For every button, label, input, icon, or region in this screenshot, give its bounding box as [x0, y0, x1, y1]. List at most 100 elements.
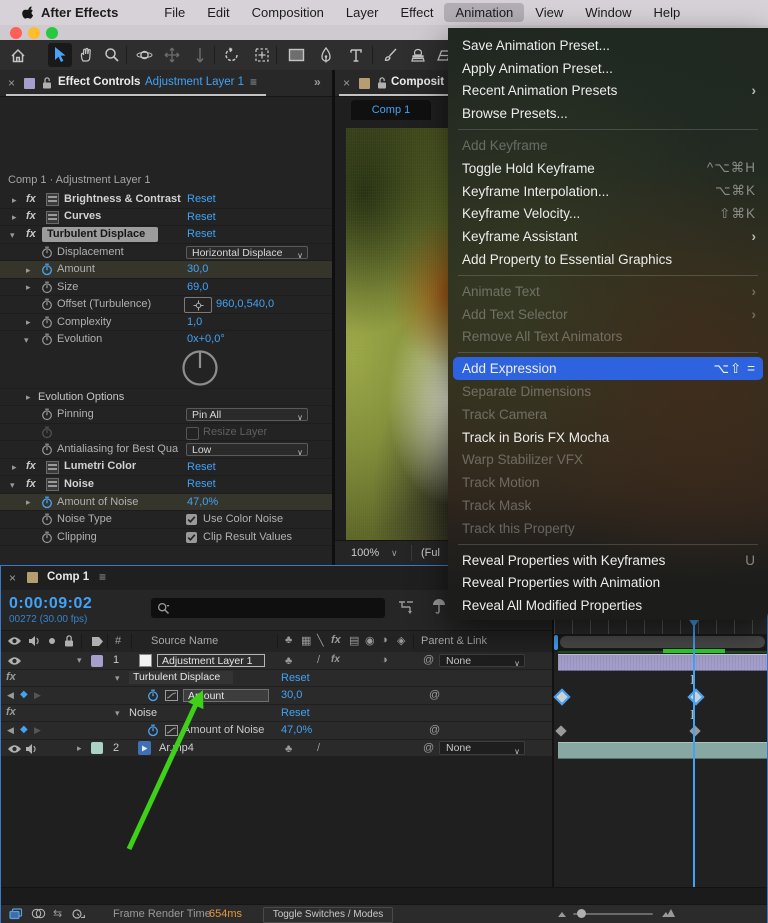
apple-icon[interactable]	[20, 5, 34, 20]
value-graph-icon[interactable]	[165, 690, 178, 701]
eye-icon[interactable]	[7, 656, 22, 666]
twirl-open-icon[interactable]: ▾	[24, 335, 29, 346]
reset-link[interactable]: Reset	[281, 672, 310, 684]
blend-modes-icon[interactable]	[31, 908, 46, 919]
offset-value[interactable]: 960,0,540,0	[216, 298, 274, 310]
fx-switch-icon[interactable]: fx	[331, 654, 340, 665]
keyframe-diamond-selected[interactable]	[687, 688, 705, 706]
resolution-dropdown[interactable]: (Ful	[421, 547, 440, 559]
fx-badge-icon[interactable]: fx	[26, 460, 36, 472]
index-column-header[interactable]: #	[115, 635, 121, 647]
cube-column-icon[interactable]: ◈	[397, 634, 405, 647]
property-row-amount-of-noise[interactable]: ▸ Amount of Noise 47,0%	[0, 493, 332, 511]
stopwatch-icon[interactable]	[41, 246, 53, 259]
effect-row-curves[interactable]: ▸ fx Curves Reset	[0, 209, 332, 226]
expand-arrows-icon[interactable]: ⇆	[53, 907, 62, 920]
next-keyframe-icon[interactable]: ▶	[34, 725, 41, 736]
eye-icon[interactable]	[7, 744, 22, 754]
selection-tool[interactable]	[48, 43, 72, 67]
effect-group-name[interactable]: Turbulent Displace	[129, 671, 233, 684]
pan-camera-tool[interactable]	[160, 43, 184, 67]
stopwatch-icon[interactable]	[41, 408, 53, 421]
mini-flowchart-icon[interactable]	[397, 599, 415, 615]
effect-row-turbulent-displace[interactable]: ▾ fx Turbulent Displace Reset	[0, 226, 332, 244]
twirl-closed-icon[interactable]: ▸	[26, 392, 31, 403]
clone-stamp-tool[interactable]	[406, 43, 430, 67]
add-keyframe-diamond-icon[interactable]: ◆	[20, 724, 28, 735]
pan-behind-tool[interactable]	[250, 43, 274, 67]
zoom-in-mountain-icon[interactable]	[661, 908, 676, 918]
twirl-open-icon[interactable]: ▾	[115, 708, 120, 719]
menu-item-reveal-properties-with-animation[interactable]: Reveal Properties with Animation	[448, 572, 768, 595]
quality-switch-icon[interactable]: /	[317, 742, 320, 754]
menubar-item-edit[interactable]: Edit	[196, 3, 240, 22]
panel-overflow-icon[interactable]: »	[314, 75, 321, 89]
menu-item-reveal-all-modified-properties[interactable]: Reveal All Modified Properties	[448, 594, 768, 617]
comp-viewer-tab[interactable]: Comp 1	[351, 100, 431, 120]
zoom-out-mountain-icon[interactable]	[557, 910, 567, 918]
shy-switch-icon[interactable]: ♣	[285, 743, 292, 755]
property-row-size[interactable]: ▸ Size 69,0	[0, 279, 332, 296]
pinning-dropdown[interactable]: Pin All ∨	[186, 408, 308, 422]
reset-link[interactable]: Reset	[187, 193, 216, 205]
fx-badge-icon[interactable]: fx	[26, 193, 36, 205]
current-timecode[interactable]: 0:00:09:02	[9, 595, 92, 613]
fx-badge-icon[interactable]: fx	[26, 210, 36, 222]
pickwhip-icon[interactable]: @	[423, 654, 434, 666]
stopwatch-icon[interactable]	[41, 298, 53, 311]
twirl-closed-icon[interactable]: ▸	[12, 195, 17, 206]
panel-layer-name[interactable]: Adjustment Layer 1	[145, 76, 244, 88]
menubar-item-layer[interactable]: Layer	[335, 3, 390, 22]
property-row-pinning[interactable]: Pinning Pin All ∨	[0, 406, 332, 424]
menubar-item-after-effects[interactable]: After Effects	[30, 3, 129, 22]
menu-item-apply-animation-preset[interactable]: Apply Animation Preset...	[448, 57, 768, 80]
close-panel-icon[interactable]: ×	[343, 76, 350, 90]
use-color-noise-checkbox[interactable]	[186, 514, 197, 525]
effect-row-brightness-contrast[interactable]: ▸ fx Brightness & Contrast Reset	[0, 191, 332, 209]
audio-column-icon[interactable]	[28, 635, 40, 647]
scrollbar-thumb[interactable]	[560, 636, 765, 648]
lock-icon[interactable]	[42, 77, 52, 89]
stopwatch-icon-active[interactable]	[147, 724, 159, 737]
effect-name[interactable]: Brightness & Contrast	[64, 193, 181, 205]
layer-color-chip[interactable]	[91, 654, 103, 667]
group-row-evolution-options[interactable]: ▸ Evolution Options	[0, 389, 332, 406]
fx-badge-icon[interactable]: fx	[26, 478, 36, 490]
twirl-closed-icon[interactable]: ▸	[12, 212, 17, 223]
stopwatch-icon[interactable]	[41, 281, 53, 294]
menu-item-keyframe-interpolation[interactable]: Keyframe Interpolation... ⌥⌘K	[448, 180, 768, 203]
property-name[interactable]: Amount	[183, 688, 269, 702]
panel-title[interactable]: Effect Controls	[58, 76, 140, 88]
twirl-closed-icon[interactable]: ▸	[26, 497, 31, 508]
offset-target-icon[interactable]	[184, 297, 212, 313]
resize-layer-checkbox[interactable]	[186, 426, 199, 440]
layer-row-footage[interactable]: ▸ 2 Ar.mp4 ♣ / @ None ∨	[1, 739, 553, 757]
next-keyframe-icon[interactable]: ▶	[34, 690, 41, 701]
effect-name[interactable]: Lumetri Color	[64, 460, 136, 472]
layer-bar-footage[interactable]	[558, 742, 767, 759]
property-row-offset[interactable]: Offset (Turbulence) 960,0,540,0	[0, 296, 332, 314]
pickwhip-icon[interactable]: @	[429, 724, 440, 736]
evolution-dial[interactable]	[180, 348, 220, 388]
zoom-window-button[interactable]	[46, 27, 58, 39]
reset-link[interactable]: Reset	[281, 707, 310, 719]
type-tool[interactable]	[344, 43, 368, 67]
label-column-icon[interactable]	[91, 636, 104, 647]
amount-of-noise-value[interactable]: 47,0%	[187, 496, 218, 508]
value-graph-icon[interactable]	[165, 725, 178, 736]
complexity-value[interactable]: 1,0	[187, 316, 202, 328]
menu-item-browse-presets[interactable]: Browse Presets...	[448, 102, 768, 125]
effect-name[interactable]: Turbulent Displace	[47, 228, 145, 240]
twirl-open-icon[interactable]: ▾	[77, 655, 82, 666]
menubar-item-view[interactable]: View	[524, 3, 574, 22]
twirl-open-icon[interactable]: ▾	[10, 480, 15, 491]
stopwatch-icon[interactable]	[41, 513, 53, 526]
property-row-antialiasing[interactable]: Antialiasing for Best Qua Low ∨	[0, 441, 332, 459]
playhead-line[interactable]	[693, 618, 695, 923]
menu-item-keyframe-assistant[interactable]: Keyframe Assistant ›	[448, 225, 768, 248]
stopwatch-icon[interactable]	[41, 333, 53, 346]
twirl-open-icon[interactable]: ▾	[115, 673, 120, 684]
effect-name[interactable]: Curves	[64, 210, 101, 222]
effect-name[interactable]: Noise	[64, 478, 94, 490]
panel-menu-icon[interactable]: ≡	[250, 75, 257, 89]
